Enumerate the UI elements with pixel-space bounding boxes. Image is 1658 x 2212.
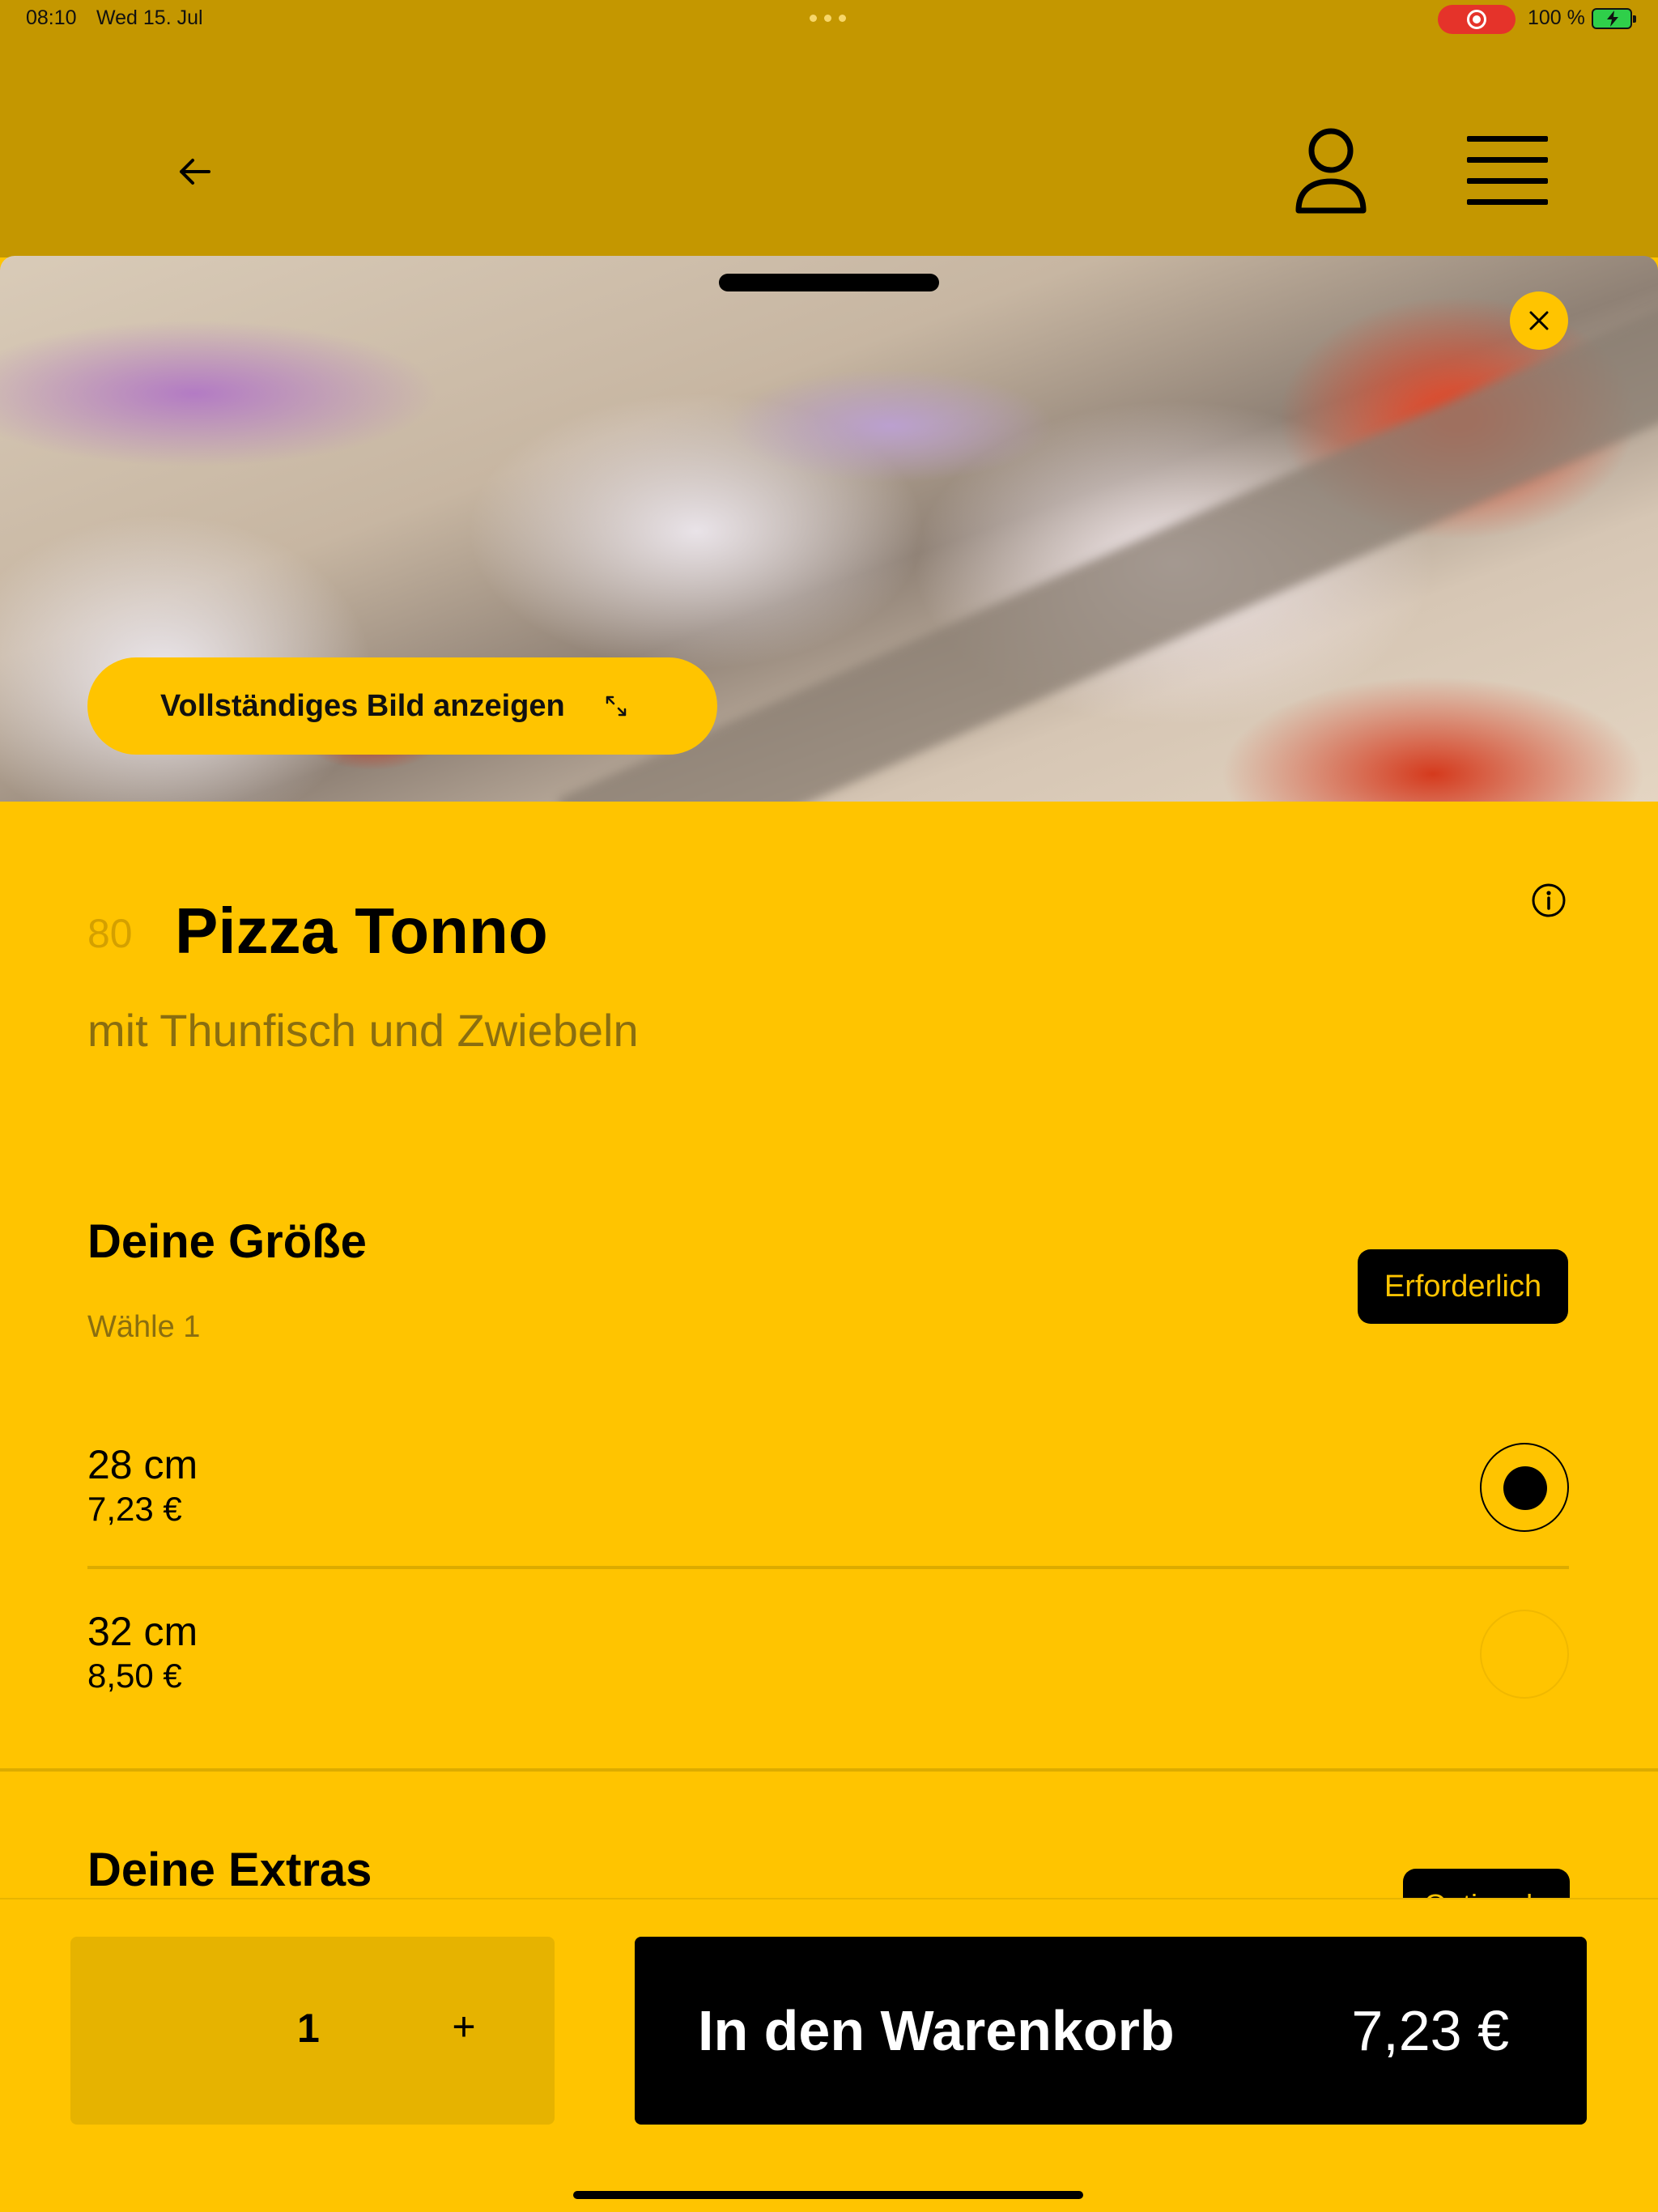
divider <box>87 1566 1569 1569</box>
size-section-title: Deine Größe <box>87 1215 367 1268</box>
required-badge: Erforderlich <box>1358 1249 1568 1324</box>
sheet-grabber[interactable] <box>719 274 939 291</box>
screen-recording-icon[interactable] <box>1438 5 1516 34</box>
multitasking-dots-icon[interactable] <box>810 15 846 22</box>
quantity-value: 1 <box>297 2006 320 2051</box>
add-to-cart-button[interactable]: In den Warenkorb 7,23 € <box>635 1937 1587 2125</box>
arrow-left-icon <box>180 159 210 185</box>
hamburger-menu-icon[interactable] <box>1467 136 1548 207</box>
section-divider <box>0 1768 1658 1772</box>
size-option-label: 32 cm <box>87 1609 198 1654</box>
add-to-cart-price: 7,23 € <box>1351 1999 1509 2062</box>
user-icon <box>1295 128 1367 214</box>
size-radio-selected[interactable] <box>1480 1443 1569 1532</box>
bottom-action-bar: 1 + In den Warenkorb 7,23 € <box>0 1898 1658 2212</box>
close-button[interactable] <box>1510 291 1568 350</box>
show-full-image-label: Vollständiges Bild anzeigen <box>160 688 565 723</box>
size-section-subtitle: Wähle 1 <box>87 1310 201 1344</box>
size-option-label: 28 cm <box>87 1442 198 1487</box>
extras-section-title: Deine Extras <box>87 1844 372 1896</box>
back-button[interactable] <box>178 155 219 188</box>
status-time: 08:10 <box>26 6 77 29</box>
battery-percent: 100 % <box>1528 6 1585 29</box>
info-icon[interactable] <box>1531 883 1567 918</box>
product-name: Pizza Tonno <box>175 895 548 967</box>
close-icon <box>1529 311 1549 330</box>
size-option-price: 8,50 € <box>87 1657 182 1695</box>
add-to-cart-label: In den Warenkorb <box>698 1999 1175 2062</box>
product-image: Vollständiges Bild anzeigen <box>0 256 1658 802</box>
quantity-stepper[interactable]: 1 + <box>70 1937 555 2125</box>
status-date: Wed 15. Jul <box>96 6 203 29</box>
quantity-plus-button[interactable]: + <box>440 2003 488 2052</box>
show-full-image-button[interactable]: Vollständiges Bild anzeigen <box>87 657 717 755</box>
home-indicator[interactable] <box>573 2191 1083 2199</box>
product-description: mit Thunfisch und Zwiebeln <box>87 1005 639 1056</box>
product-number: 80 <box>87 911 133 956</box>
size-option-price: 7,23 € <box>87 1490 182 1528</box>
size-radio-unselected[interactable] <box>1480 1610 1569 1699</box>
profile-button[interactable] <box>1294 126 1368 217</box>
battery-charging-icon <box>1592 8 1636 29</box>
expand-arrows-icon <box>606 696 626 717</box>
top-bar: 08:10 Wed 15. Jul 100 % <box>0 0 1658 257</box>
